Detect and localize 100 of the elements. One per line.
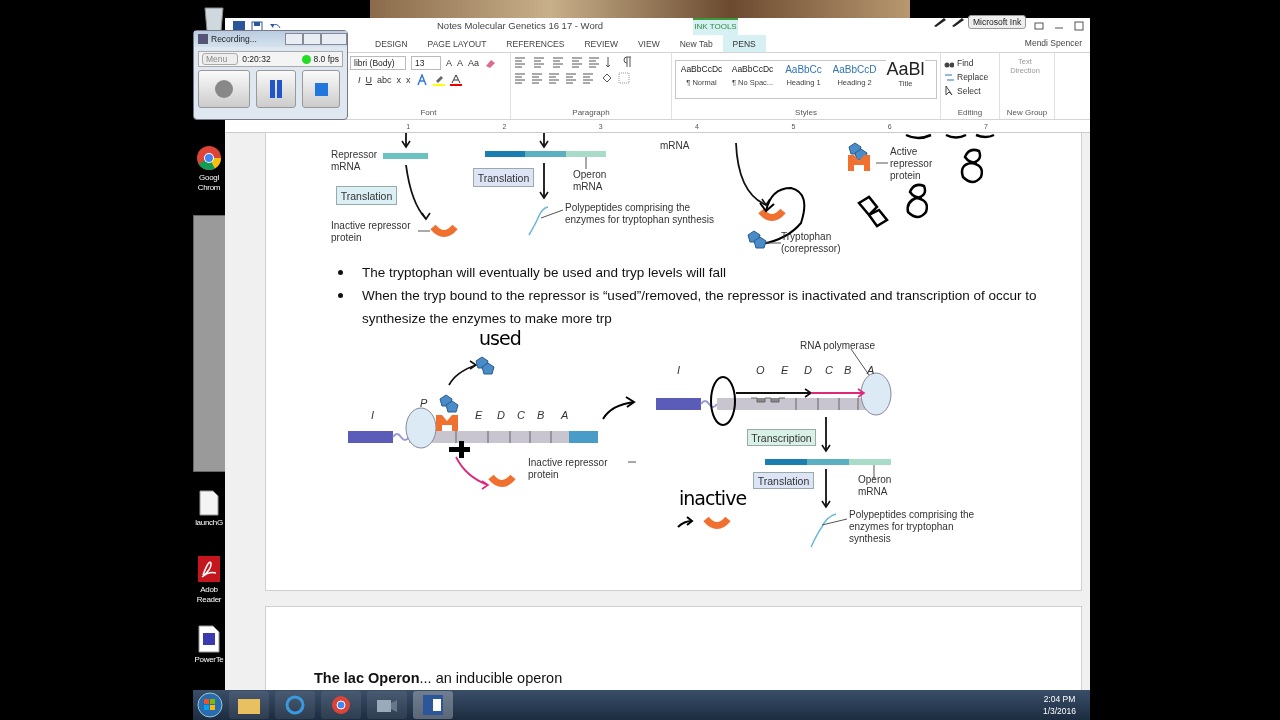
ink-plus-icon [449,441,470,458]
chrome-icon[interactable] [196,145,222,171]
group-label: Styles [794,108,818,119]
desktop-icon-label[interactable]: Adob Reader [193,585,225,605]
taskbar-app[interactable] [275,691,315,719]
eraser-icon[interactable] [484,57,497,69]
desktop-icon-label[interactable]: launchG [195,518,223,528]
ribbon-tab[interactable]: REFERENCES [496,35,575,52]
format-button[interactable]: x [406,75,411,85]
pen-icon[interactable] [932,16,948,28]
taskbar-app[interactable] [321,691,361,719]
ribbon-tab[interactable]: PAGE LAYOUT [417,35,497,52]
diagram-label: Inactive repressor protein [528,457,609,481]
clock-date[interactable]: 1/3/2016 [1042,705,1076,717]
document-icon[interactable] [199,490,219,516]
record-button[interactable] [198,70,250,108]
font-name-field[interactable]: libri (Body) [350,56,406,70]
style-preview: AaBbCcDc [731,64,774,76]
ink-toolbar[interactable]: Microsoft Ink [968,15,1027,29]
restore-icon[interactable] [1034,20,1044,32]
ink-circle [710,376,736,426]
contextual-tab-label: INK TOOLS [693,18,738,35]
diagram-label: Operon mRNA [573,169,608,193]
stop-icon [314,82,328,96]
cursor-icon[interactable] [944,85,954,97]
editing-button[interactable]: Select [944,85,996,97]
font-size-field[interactable]: 13 [411,56,441,70]
window-title: Notes Molecular Genetics 16 17 - Word [437,20,604,31]
leader-line [765,242,782,244]
gene-letter: C [517,409,525,421]
status-dot [302,54,312,64]
ribbon-tab[interactable]: VIEW [627,35,670,52]
taskbar-app[interactable] [229,691,269,719]
editing-button[interactable]: Find [944,57,996,69]
leader-line [417,230,431,232]
ribbon-tab[interactable]: PENS [722,35,766,52]
desktop-icon-label[interactable]: PowerTe [194,655,224,665]
inactive-repressor-protein [430,224,458,237]
font-color-icon[interactable] [449,74,462,86]
arrow [821,416,831,453]
diagram-label: Inactive repressor protein [331,220,412,244]
desktop-icon-label[interactable]: Googl Chrom [193,173,225,193]
gene-letter: P [420,397,428,409]
maximize-icon[interactable] [1074,20,1084,32]
arrow [810,388,866,398]
inactive-repressor-protein [703,516,731,529]
frame-rate: 8.0 fps [313,54,339,64]
stop-button[interactable] [302,70,340,108]
save-icon[interactable] [251,20,263,33]
shading-icon[interactable] [601,72,613,84]
format-button[interactable]: abc [377,75,392,85]
ribbon-tab[interactable]: DESIGN [365,35,418,52]
group-label: Editing [956,108,984,119]
bullet-icon [338,293,343,298]
multilevel-list-icon[interactable] [552,56,566,68]
format-button[interactable]: I [358,75,361,85]
pdf-icon[interactable] [197,555,221,583]
start-button[interactable] [197,692,223,718]
arrow [539,162,549,200]
gene-letter: B [537,409,545,421]
font-button[interactable]: A [457,58,464,68]
folder-icon [238,696,260,714]
leader-line [875,162,889,164]
active-repressor-protein [436,415,458,431]
arrow [448,360,478,386]
user-name[interactable]: Mendi Spencer [1024,38,1082,48]
camera-icon [377,697,397,713]
ribbon-tab[interactable]: New Tab [669,35,723,52]
minimize-button[interactable] [285,33,303,45]
close-button[interactable] [321,33,347,45]
arrow [401,133,411,149]
format-button[interactable]: x [396,75,402,85]
recorder-icon [198,34,208,44]
rna-polymerase [860,372,892,416]
highlighter-icon[interactable] [432,74,445,86]
gene-letter: E [781,364,789,376]
diagram-label: Polypeptides comprising the enzymes for tryptophan synthesis [849,509,976,545]
tryptophan-molecule [475,356,495,375]
format-button[interactable]: U [365,75,372,85]
text-effects-icon[interactable] [415,74,428,86]
handwritten-note: used [479,327,521,349]
group-label: Paragraph [571,108,611,119]
ribbon-tab[interactable]: REVIEW [574,35,628,52]
group-label: Font [419,108,438,119]
maximize-button[interactable] [303,33,321,45]
font-button[interactable]: Aa [468,58,480,68]
pilcrow-icon[interactable] [622,56,632,68]
leader-line [540,209,564,219]
editing-button[interactable]: Replace [944,71,996,83]
gene-letter: O [756,364,765,376]
clock-time[interactable]: 2:04 PM [1043,693,1076,705]
diagram-label: Repressor mRNA [331,149,379,173]
presentation-icon[interactable] [198,625,220,653]
taskbar-app[interactable] [413,691,453,719]
font-button[interactable]: A [446,58,452,68]
gene-letter: A [561,409,569,421]
pen-icon[interactable] [950,16,966,28]
taskbar-app[interactable] [367,691,407,719]
diagram-label: RNA polymerase [800,340,877,352]
pause-button[interactable] [256,70,296,108]
